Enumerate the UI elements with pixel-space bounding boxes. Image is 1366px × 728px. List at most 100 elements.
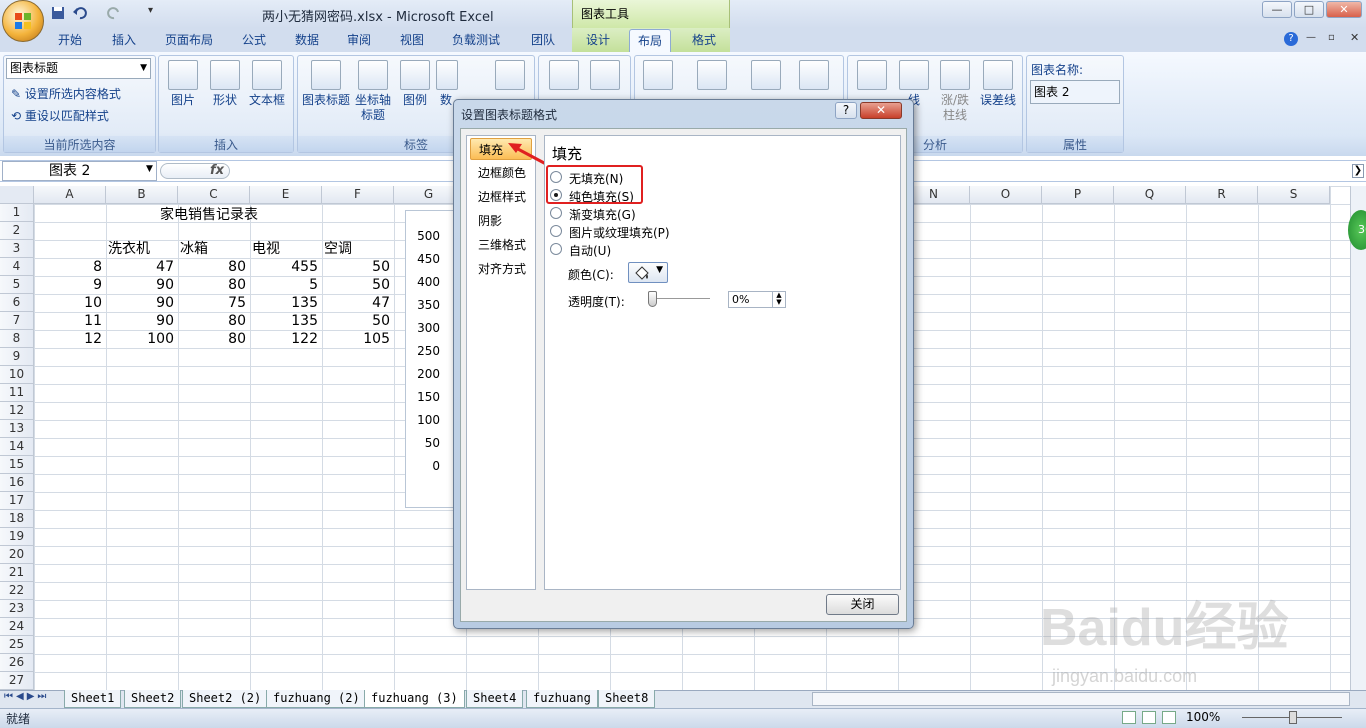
row-header[interactable]: 21	[0, 564, 34, 582]
column-header-e[interactable]: E	[250, 186, 322, 204]
expand-formula-icon[interactable]: ❯	[1352, 164, 1364, 178]
data-cell[interactable]: 90	[106, 294, 176, 312]
data-cell[interactable]: 122	[250, 330, 320, 348]
tab-layout[interactable]: 布局	[629, 29, 672, 52]
data-cell[interactable]: 50	[322, 258, 392, 276]
redo-icon[interactable]	[106, 5, 122, 21]
chart-name-input[interactable]: 图表 2	[1030, 80, 1120, 104]
zoom-level[interactable]: 100%	[1186, 710, 1220, 724]
sheet-tab[interactable]: Sheet2 (2)	[182, 690, 269, 708]
tab-load-test[interactable]: 负载测试	[444, 29, 508, 52]
ribbon-close-icon[interactable]: ✕	[1350, 31, 1359, 44]
row-header[interactable]: 7	[0, 312, 34, 330]
window-close-button[interactable]: ✕	[1326, 1, 1362, 18]
trendline-button[interactable]	[855, 60, 889, 93]
column-header-s[interactable]: S	[1258, 186, 1330, 204]
data-cell[interactable]: 80	[178, 258, 248, 276]
data-cell[interactable]: 90	[106, 276, 176, 294]
chart-floor-button[interactable]	[748, 60, 784, 93]
tab-home[interactable]: 开始	[50, 29, 90, 52]
row-header[interactable]: 8	[0, 330, 34, 348]
zoom-slider-thumb[interactable]	[1289, 711, 1297, 724]
tab-data[interactable]: 数据	[287, 29, 327, 52]
ribbon-restore-icon[interactable]: ▫	[1328, 32, 1335, 43]
tab-view[interactable]: 视图	[392, 29, 432, 52]
tab-team[interactable]: 团队	[523, 29, 563, 52]
nav-shadow[interactable]: 阴影	[470, 210, 532, 232]
nav-alignment[interactable]: 对齐方式	[470, 258, 532, 280]
legend-button[interactable]: 图例	[398, 60, 432, 108]
data-table-button[interactable]	[493, 60, 527, 93]
tab-format[interactable]: 格式	[684, 29, 724, 52]
header-tv[interactable]: 电视	[252, 240, 282, 258]
row-header[interactable]: 22	[0, 582, 34, 600]
insert-textbox-button[interactable]: 文本框	[247, 60, 287, 108]
normal-view-icon[interactable]	[1122, 711, 1136, 724]
namebox-dropdown-icon[interactable]: ▼	[146, 164, 153, 174]
ribbon-minimize-icon[interactable]: —	[1306, 32, 1316, 43]
tab-insert[interactable]: 插入	[104, 29, 144, 52]
radio-picture-fill[interactable]	[550, 225, 562, 237]
row-header[interactable]: 24	[0, 618, 34, 636]
row-header[interactable]: 6	[0, 294, 34, 312]
transparency-slider-track[interactable]	[648, 298, 710, 299]
column-header-o[interactable]: O	[970, 186, 1042, 204]
header-washer[interactable]: 洗衣机	[108, 240, 152, 258]
row-header[interactable]: 4	[0, 258, 34, 276]
row-header[interactable]: 10	[0, 366, 34, 384]
row-header[interactable]: 23	[0, 600, 34, 618]
data-cell[interactable]: 90	[106, 312, 176, 330]
data-cell[interactable]: 100	[106, 330, 176, 348]
vertical-scrollbar[interactable]	[1350, 186, 1366, 690]
data-cell[interactable]: 11	[34, 312, 104, 330]
nav-border-style[interactable]: 边框样式	[470, 186, 532, 208]
row-header[interactable]: 2	[0, 222, 34, 240]
office-button[interactable]	[2, 0, 44, 42]
qat-customize-icon[interactable]: ▾	[148, 5, 153, 16]
chart-wall-button[interactable]	[694, 60, 730, 93]
data-cell[interactable]: 135	[250, 294, 320, 312]
sheet-title-cell[interactable]: 家电销售记录表	[160, 204, 258, 224]
tab-design[interactable]: 设计	[578, 29, 618, 52]
column-header-f[interactable]: F	[322, 186, 394, 204]
3d-rotation-button[interactable]	[796, 60, 832, 93]
sheet-tab[interactable]: Sheet2	[124, 690, 182, 708]
column-header-p[interactable]: P	[1042, 186, 1114, 204]
header-ac[interactable]: 空调	[324, 240, 354, 258]
sheet-tab[interactable]: Sheet4	[466, 690, 524, 708]
sheet-tab[interactable]: Sheet1	[64, 690, 122, 708]
select-all-corner[interactable]	[0, 186, 34, 204]
data-cell[interactable]: 135	[250, 312, 320, 330]
row-header[interactable]: 25	[0, 636, 34, 654]
color-picker-button[interactable]: ▼	[628, 262, 668, 283]
nav-3d-format[interactable]: 三维格式	[470, 234, 532, 256]
name-box[interactable]: 图表 2	[2, 161, 157, 181]
page-layout-view-icon[interactable]	[1142, 711, 1156, 724]
sheet-tab[interactable]: fuzhuang	[526, 690, 598, 708]
horizontal-scrollbar[interactable]	[812, 692, 1350, 706]
transparency-spinner[interactable]: ▲ ▼	[772, 292, 785, 307]
data-cell[interactable]: 105	[322, 330, 392, 348]
format-selection-button[interactable]: ✎ 设置所选内容格式	[11, 85, 121, 102]
data-cell[interactable]: 8	[34, 258, 104, 276]
data-cell[interactable]: 10	[34, 294, 104, 312]
row-header[interactable]: 20	[0, 546, 34, 564]
sheet-tab[interactable]: Sheet8	[598, 690, 656, 708]
data-cell[interactable]: 5	[250, 276, 320, 294]
column-header-c[interactable]: C	[178, 186, 250, 204]
row-header[interactable]: 5	[0, 276, 34, 294]
row-header[interactable]: 9	[0, 348, 34, 366]
sheet-tab[interactable]: fuzhuang (2)	[266, 690, 367, 708]
column-header-a[interactable]: A	[34, 186, 106, 204]
row-header[interactable]: 26	[0, 654, 34, 672]
row-header[interactable]: 3	[0, 240, 34, 258]
minimize-button[interactable]: —	[1262, 1, 1292, 18]
tab-review[interactable]: 审阅	[339, 29, 379, 52]
dialog-close-button[interactable]: ✕	[860, 102, 902, 119]
page-break-view-icon[interactable]	[1162, 711, 1176, 724]
save-icon[interactable]	[50, 5, 66, 21]
data-cell[interactable]: 12	[34, 330, 104, 348]
column-header-r[interactable]: R	[1186, 186, 1258, 204]
reset-style-button[interactable]: ⟲ 重设以匹配样式	[11, 107, 109, 124]
header-fridge[interactable]: 冰箱	[180, 240, 210, 258]
